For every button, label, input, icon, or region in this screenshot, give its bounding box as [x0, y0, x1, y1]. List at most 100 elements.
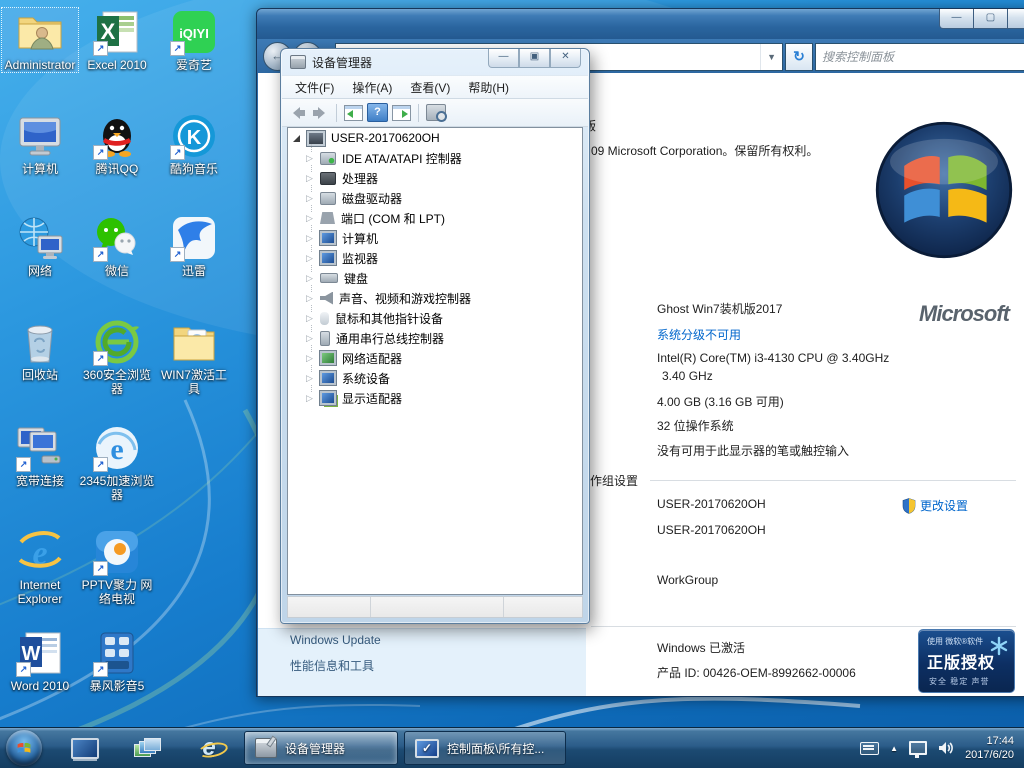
processor-icon — [320, 172, 336, 185]
maximize-button[interactable]: ▣ — [519, 49, 550, 68]
menu-file[interactable]: 文件(F) — [286, 77, 343, 98]
wechat-icon: ↗ — [93, 214, 141, 262]
volume-icon[interactable] — [938, 741, 954, 755]
windows-flag-icon — [14, 738, 34, 758]
tree-item-label: 磁盘驱动器 — [342, 190, 402, 207]
tree-item-disk-drives[interactable]: ▷ 磁盘驱动器 — [288, 188, 582, 208]
desktop-icon-computer[interactable]: 计算机 — [2, 112, 78, 176]
tree-item-ports[interactable]: ▷ 端口 (COM 和 LPT) — [288, 208, 582, 228]
close-button[interactable]: ✕ — [1007, 9, 1024, 29]
desktop-icon-baofeng[interactable]: ↗ 暴风影音5 — [79, 629, 155, 693]
tree-item-processors[interactable]: ▷ 处理器 — [288, 168, 582, 188]
system-window-titlebar[interactable]: — ▢ ✕ — [257, 9, 1024, 39]
back-arrow-icon[interactable] — [289, 105, 307, 121]
expand-icon[interactable]: ▷ — [306, 233, 317, 244]
desktop-icon-2345-browser[interactable]: e ↗ 2345加速浏览器 — [79, 424, 155, 502]
expand-icon[interactable]: ▷ — [306, 253, 317, 264]
tree-item-display-adapters[interactable]: ▷ 显示适配器 — [288, 388, 582, 408]
scan-hardware-changes-icon[interactable] — [426, 104, 446, 121]
minimize-button[interactable]: — — [939, 9, 974, 29]
expand-icon[interactable]: ▷ — [306, 173, 317, 184]
expand-icon[interactable]: ▷ — [306, 393, 317, 404]
show-hidden-icons-icon[interactable]: ▲ — [890, 744, 898, 753]
shortcut-arrow-icon: ↗ — [93, 247, 108, 262]
qq-icon: ↗ — [93, 112, 141, 160]
desktop-icon-360-browser[interactable]: ↗ 360安全浏览器 — [79, 318, 155, 396]
refresh-button[interactable]: ↻ — [785, 43, 813, 71]
desktop-icon-qq[interactable]: ↗ 腾讯QQ — [79, 112, 155, 176]
tree-item-computer[interactable]: ▷ 计算机 — [288, 228, 582, 248]
genuine-software-badge: 使用 微软®软件 正版授权 安全 稳定 声誉 — [918, 629, 1015, 693]
expand-icon[interactable]: ▷ — [306, 333, 317, 344]
close-button[interactable]: ✕ — [550, 49, 581, 68]
help-icon[interactable]: ? — [367, 103, 388, 122]
menu-action[interactable]: 操作(A) — [343, 77, 401, 98]
desktop-icon-label: 回收站 — [2, 368, 78, 382]
desktop-icon-word-2010[interactable]: W ↗ Word 2010 — [2, 629, 78, 693]
desktop-icon-kugou[interactable]: K ↗ 酷狗音乐 — [156, 112, 232, 176]
menu-view[interactable]: 查看(V) — [401, 77, 459, 98]
quick-launch-desktop-icon[interactable] — [68, 734, 102, 762]
quick-launch-window-switcher-icon[interactable] — [130, 734, 164, 762]
tree-item-usb[interactable]: ▷ 通用串行总线控制器 — [288, 328, 582, 348]
change-settings[interactable]: 更改设置 — [902, 497, 968, 514]
ide-controller-icon — [320, 152, 336, 165]
tree-item-keyboards[interactable]: ▷ 键盘 — [288, 268, 582, 288]
tree-root-computer[interactable]: USER-20170620OH — [288, 128, 582, 148]
cpu-info-line1: Intel(R) Core(TM) i3-4130 CPU @ 3.40GHz — [657, 351, 889, 365]
network-tray-icon[interactable] — [909, 741, 927, 755]
expand-icon[interactable]: ▷ — [306, 273, 317, 284]
desktop-icon-network[interactable]: 网络 — [2, 214, 78, 278]
collapse-icon[interactable] — [293, 135, 300, 142]
desktop-icon-broadband[interactable]: ↗ 宽带连接 — [2, 424, 78, 488]
minimize-button[interactable]: — — [488, 49, 519, 68]
expand-icon[interactable]: ▷ — [306, 193, 317, 204]
control-panel-icon: ✓ — [415, 739, 439, 758]
desktop-icon-iqiyi[interactable]: iQIYI ↗ 爱奇艺 — [156, 8, 232, 72]
expand-icon[interactable]: ▷ — [306, 313, 317, 324]
show-action-pane-icon[interactable] — [392, 105, 411, 121]
desktop-icon-thunder[interactable]: ↗ 迅雷 — [156, 214, 232, 278]
taskbar-button-control-panel[interactable]: ✓ 控制面板\所有控... — [404, 731, 566, 765]
search-box[interactable] — [815, 43, 1024, 71]
tree-item-label: 声音、视频和游戏控制器 — [339, 290, 471, 307]
desktop-icon-administrator[interactable]: Administrator — [2, 8, 78, 72]
desktop-icon-pptv[interactable]: ↗ PPTV聚力 网络电视 — [79, 528, 155, 606]
desktop-icon-internet-explorer[interactable]: e Internet Explorer — [2, 528, 78, 606]
expand-icon[interactable]: ▷ — [306, 213, 317, 224]
desktop-icon-wechat[interactable]: ↗ 微信 — [79, 214, 155, 278]
menu-help[interactable]: 帮助(H) — [459, 77, 518, 98]
tree-item-monitors[interactable]: ▷ 监视器 — [288, 248, 582, 268]
tree-root-label: USER-20170620OH — [331, 131, 440, 145]
windows-update-link[interactable]: Windows Update — [290, 633, 381, 647]
tree-item-mice[interactable]: ▷ 鼠标和其他指针设备 — [288, 308, 582, 328]
folder-icon — [170, 318, 218, 366]
system-rating-link[interactable]: 系统分级不可用 — [657, 326, 741, 343]
expand-icon[interactable]: ▷ — [306, 153, 317, 164]
expand-icon[interactable]: ▷ — [306, 293, 317, 304]
tree-item-ide[interactable]: ▷ IDE ATA/ATAPI 控制器 — [288, 148, 582, 168]
device-manager-titlebar[interactable]: 设备管理器 — ▣ ✕ — [281, 49, 589, 75]
quick-launch-internet-explorer-icon[interactable]: e — [192, 734, 226, 762]
taskbar-button-device-manager[interactable]: 设备管理器 — [244, 731, 398, 765]
forward-arrow-icon[interactable] — [311, 105, 329, 121]
tree-item-system-devices[interactable]: ▷ 系统设备 — [288, 368, 582, 388]
expand-icon[interactable]: ▷ — [306, 353, 317, 364]
taskbar-clock[interactable]: 17:44 2017/6/20 — [965, 734, 1018, 762]
input-method-keyboard-icon[interactable] — [860, 742, 879, 755]
change-settings-link[interactable]: 更改设置 — [920, 497, 968, 514]
show-console-tree-icon[interactable] — [344, 105, 363, 121]
performance-tools-link[interactable]: 性能信息和工具 — [290, 657, 374, 674]
address-dropdown-icon[interactable]: ▼ — [760, 44, 782, 70]
start-button[interactable] — [6, 730, 42, 766]
tree-item-network-adapters[interactable]: ▷ 网络适配器 — [288, 348, 582, 368]
maximize-button[interactable]: ▢ — [973, 9, 1008, 29]
svg-text:iQIYI: iQIYI — [179, 26, 209, 41]
desktop-icon-excel-2010[interactable]: X ↗ Excel 2010 — [79, 8, 155, 72]
expand-icon[interactable]: ▷ — [306, 373, 317, 384]
desktop-icon-win7-activator[interactable]: WIN7激活工具 — [156, 318, 232, 396]
search-input[interactable] — [816, 50, 1024, 64]
ports-icon — [320, 212, 335, 224]
tree-item-sound[interactable]: ▷ 声音、视频和游戏控制器 — [288, 288, 582, 308]
desktop-icon-recycle-bin[interactable]: 回收站 — [2, 318, 78, 382]
